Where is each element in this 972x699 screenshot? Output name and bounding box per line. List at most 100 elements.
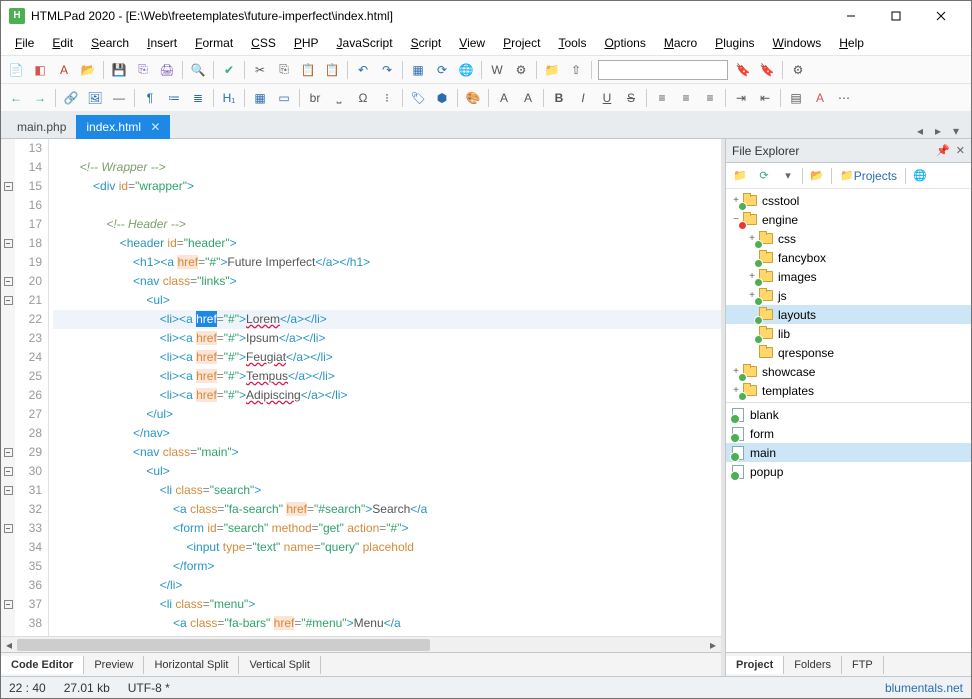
folder-showcase[interactable]: +showcase (726, 362, 971, 381)
menu-javascript[interactable]: JavaScript (329, 34, 401, 52)
explorer-tab-folders[interactable]: Folders (784, 656, 842, 674)
align-center-icon[interactable]: ≡ (675, 87, 697, 109)
print-icon[interactable]: 🖨 (156, 59, 178, 81)
tab-main-php[interactable]: main.php (7, 115, 76, 139)
scroll-right-icon[interactable]: ▸ (705, 637, 721, 653)
menu-macro[interactable]: Macro (656, 34, 705, 52)
folder-qresponse[interactable]: qresponse (726, 343, 971, 362)
tab-menu-icon[interactable]: ▾ (947, 124, 965, 138)
close-button[interactable] (918, 1, 963, 31)
menu-css[interactable]: CSS (243, 34, 284, 52)
horizontal-scrollbar[interactable]: ◂ ▸ (1, 636, 721, 652)
br-icon[interactable]: br (304, 87, 326, 109)
globe-icon[interactable]: 🌐 (910, 166, 930, 186)
folder-css[interactable]: +css (726, 229, 971, 248)
ftp-icon[interactable]: 📁 (541, 59, 563, 81)
pin-icon[interactable]: 📌 (936, 144, 950, 157)
folder-lib[interactable]: lib (726, 324, 971, 343)
menu-php[interactable]: PHP (286, 34, 327, 52)
explorer-refresh-icon[interactable]: ⟳ (754, 166, 774, 186)
tidy-icon[interactable]: ⚙ (510, 59, 532, 81)
tab-next-icon[interactable]: ▸ (929, 124, 947, 138)
more-icon[interactable]: ⋯ (833, 87, 855, 109)
tag-icon[interactable]: 🏷 (407, 87, 429, 109)
color-icon[interactable]: 🎨 (462, 87, 484, 109)
hex-icon[interactable]: ⬢ (431, 87, 453, 109)
folder-csstool[interactable]: +csstool (726, 191, 971, 210)
table-icon[interactable]: ▦ (249, 87, 271, 109)
menu-script[interactable]: Script (403, 34, 450, 52)
scroll-left-icon[interactable]: ◂ (1, 637, 17, 653)
view-tab-horizontal-split[interactable]: Horizontal Split (144, 656, 239, 674)
folder-templates[interactable]: +templates (726, 381, 971, 400)
undo-icon[interactable]: ↶ (352, 59, 374, 81)
redo-icon[interactable]: ↷ (376, 59, 398, 81)
menu-search[interactable]: Search (83, 34, 137, 52)
folder-tree[interactable]: +csstool−engine+cssfancybox+images+jslay… (726, 189, 971, 403)
tab-close-icon[interactable]: ✕ (150, 120, 160, 134)
validate-icon[interactable]: W (486, 59, 508, 81)
new-html-icon[interactable]: ◧ (29, 59, 51, 81)
new-file-icon[interactable]: 📄 (5, 59, 27, 81)
tab-index-html[interactable]: index.html ✕ (76, 115, 170, 139)
preview-icon[interactable]: ▦ (407, 59, 429, 81)
selector-combo[interactable] (598, 60, 728, 80)
code-editor[interactable]: −−−−−−−−− 131415161718192021222324252627… (1, 139, 721, 636)
ul-icon[interactable]: ≔ (163, 87, 185, 109)
vendor-link[interactable]: blumentals.net (885, 681, 963, 695)
upload-icon[interactable]: ⇧ (565, 59, 587, 81)
code-area[interactable]: <!-- Wrapper --> <div id="wrapper"> <!--… (49, 139, 721, 636)
menu-tools[interactable]: Tools (550, 34, 594, 52)
tab-prev-icon[interactable]: ◂ (911, 124, 929, 138)
explorer-tab-ftp[interactable]: FTP (842, 656, 884, 674)
attach-icon[interactable]: — (108, 87, 130, 109)
file-blank[interactable]: blank (726, 405, 971, 424)
font-style-icon[interactable]: A (493, 87, 515, 109)
minimize-button[interactable] (828, 1, 873, 31)
sync-icon[interactable]: ⟳ (431, 59, 453, 81)
nbsp-icon[interactable]: ⎵ (328, 87, 350, 109)
comment-icon[interactable]: ⁝ (376, 87, 398, 109)
maximize-button[interactable] (873, 1, 918, 31)
file-form[interactable]: form (726, 424, 971, 443)
menu-view[interactable]: View (451, 34, 493, 52)
menu-insert[interactable]: Insert (139, 34, 185, 52)
underline-icon[interactable]: U (596, 87, 618, 109)
new-css-icon[interactable]: A (53, 59, 75, 81)
highlight-icon[interactable]: A (809, 87, 831, 109)
clipboard-icon[interactable]: 📋 (321, 59, 343, 81)
menu-edit[interactable]: Edit (44, 34, 81, 52)
menu-project[interactable]: Project (495, 34, 548, 52)
settings-icon[interactable]: ⚙ (787, 59, 809, 81)
view-tab-code-editor[interactable]: Code Editor (1, 656, 84, 674)
open-folder-icon[interactable]: 📂 (77, 59, 99, 81)
image-icon[interactable]: 🖼 (84, 87, 106, 109)
save-all-icon[interactable]: ⎘ (132, 59, 154, 81)
paragraph-icon[interactable]: ¶ (139, 87, 161, 109)
paste-icon[interactable]: 📋 (297, 59, 319, 81)
indent-icon[interactable]: ⇥ (730, 87, 752, 109)
font-size-icon[interactable]: A (517, 87, 539, 109)
menu-file[interactable]: File (7, 34, 42, 52)
folder-js[interactable]: +js (726, 286, 971, 305)
view-tab-preview[interactable]: Preview (84, 656, 144, 674)
link-icon[interactable]: 🔗 (60, 87, 82, 109)
menu-windows[interactable]: Windows (765, 34, 830, 52)
folder-layouts[interactable]: layouts (726, 305, 971, 324)
panel-close-icon[interactable]: ✕ (956, 144, 965, 157)
outdent-icon[interactable]: ⇤ (754, 87, 776, 109)
explorer-new-icon[interactable]: 📁 (730, 166, 750, 186)
strike-icon[interactable]: S (620, 87, 642, 109)
bookmark-nav-icon[interactable]: 🔖 (756, 59, 778, 81)
folder-images[interactable]: +images (726, 267, 971, 286)
omega-icon[interactable]: Ω (352, 87, 374, 109)
explorer-view-icon[interactable]: ▾ (778, 166, 798, 186)
heading-icon[interactable]: H₁ (218, 87, 240, 109)
explorer-tab-project[interactable]: Project (726, 656, 784, 674)
align-right-icon[interactable]: ≡ (699, 87, 721, 109)
folder-engine[interactable]: −engine (726, 210, 971, 229)
file-main[interactable]: main (726, 443, 971, 462)
browser-icon[interactable]: 🌐 (455, 59, 477, 81)
projects-button[interactable]: 📁 Projects (836, 166, 901, 186)
ol-icon[interactable]: ≣ (187, 87, 209, 109)
